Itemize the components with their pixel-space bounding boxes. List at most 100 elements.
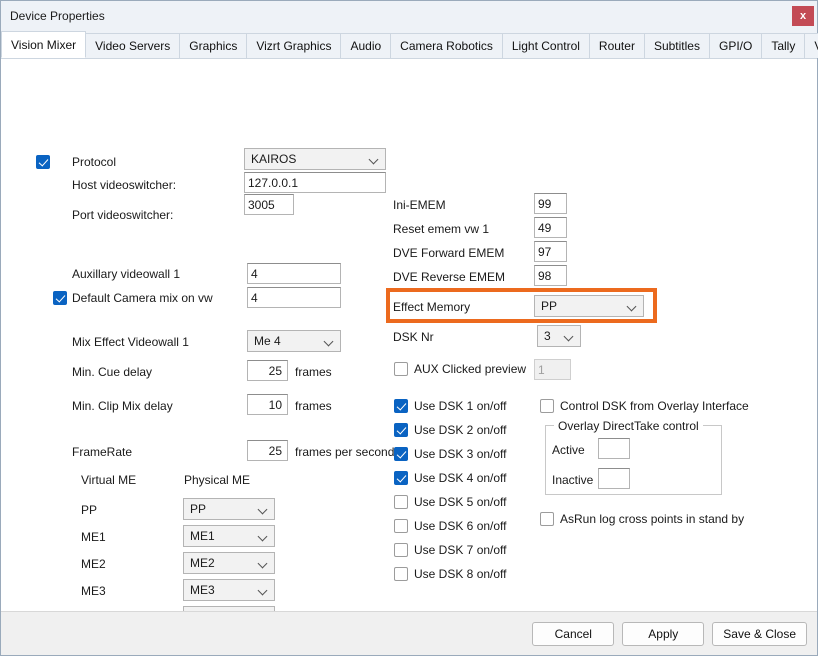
- clip-mix-delay-input[interactable]: [247, 394, 288, 415]
- tab-vizrt-graphics[interactable]: Vizrt Graphics: [246, 33, 341, 58]
- tab-gpio[interactable]: GPI/O: [709, 33, 762, 58]
- use-dsk-7-row[interactable]: Use DSK 7 on/off: [394, 543, 507, 557]
- active-input[interactable]: [598, 438, 630, 459]
- host-videoswitcher-label: Host videoswitcher:: [72, 178, 176, 192]
- use-dsk-4-checkbox[interactable]: [394, 471, 408, 485]
- apply-button[interactable]: Apply: [622, 622, 704, 646]
- protocol-dropdown[interactable]: KAIROS: [244, 148, 386, 170]
- chevron-down-icon: [369, 154, 380, 165]
- tab-tally[interactable]: Tally: [761, 33, 805, 58]
- inactive-input[interactable]: [598, 468, 630, 489]
- chevron-down-icon: [627, 301, 638, 312]
- me-row-label-me3: ME3: [81, 584, 106, 598]
- tab-virtual-set[interactable]: Virtual Set: [804, 33, 818, 58]
- aux-clicked-preview-row[interactable]: AUX Clicked preview: [394, 362, 526, 376]
- mix-effect-videowall-label: Mix Effect Videowall 1: [72, 335, 189, 349]
- asrun-log-row[interactable]: AsRun log cross points in stand by: [540, 512, 744, 526]
- physical-me-header: Physical ME: [184, 473, 250, 487]
- tab-video-servers[interactable]: Video Servers: [85, 33, 180, 58]
- save-close-button[interactable]: Save & Close: [712, 622, 807, 646]
- aux-clicked-preview-label: AUX Clicked preview: [414, 362, 526, 376]
- use-dsk-4-row[interactable]: Use DSK 4 on/off: [394, 471, 507, 485]
- dsk-nr-value: 3: [544, 329, 551, 343]
- me-row-value-me1: ME1: [190, 529, 215, 543]
- chevron-down-icon: [564, 331, 575, 342]
- tab-graphics[interactable]: Graphics: [179, 33, 247, 58]
- default-camera-mix-checkbox[interactable]: [53, 291, 67, 305]
- vision-mixer-panel: Protocol KAIROS Host videoswitcher: Port…: [1, 58, 817, 611]
- port-videoswitcher-label: Port videoswitcher:: [72, 208, 173, 222]
- me-row-dropdown-me2[interactable]: ME2: [183, 552, 275, 574]
- use-dsk-5-row[interactable]: Use DSK 5 on/off: [394, 495, 507, 509]
- use-dsk-7-label: Use DSK 7 on/off: [414, 543, 507, 557]
- auxillary-videowall-input[interactable]: [247, 263, 341, 284]
- mix-effect-videowall-dropdown[interactable]: Me 4: [247, 330, 341, 352]
- use-dsk-1-checkbox[interactable]: [394, 399, 408, 413]
- tab-audio[interactable]: Audio: [340, 33, 391, 58]
- overlay-directtake-title: Overlay DirectTake control: [554, 419, 703, 433]
- dsk-nr-dropdown[interactable]: 3: [537, 325, 581, 347]
- me-row-dropdown-me3[interactable]: ME3: [183, 579, 275, 601]
- auxillary-videowall-label: Auxillary videowall 1: [72, 267, 180, 281]
- port-videoswitcher-input[interactable]: [244, 194, 294, 215]
- use-dsk-2-checkbox[interactable]: [394, 423, 408, 437]
- close-icon[interactable]: x: [792, 6, 814, 26]
- virtual-me-header: Virtual ME: [81, 473, 136, 487]
- use-dsk-8-label: Use DSK 8 on/off: [414, 567, 507, 581]
- framerate-input[interactable]: [247, 440, 288, 461]
- aux-clicked-preview-checkbox[interactable]: [394, 362, 408, 376]
- asrun-log-label: AsRun log cross points in stand by: [560, 512, 744, 526]
- title-bar: Device Properties x: [1, 1, 817, 31]
- use-dsk-1-row[interactable]: Use DSK 1 on/off: [394, 399, 507, 413]
- chevron-down-icon: [258, 585, 269, 596]
- dve-reverse-emem-label: DVE Reverse EMEM: [393, 270, 505, 284]
- chevron-down-icon: [258, 558, 269, 569]
- active-label: Active: [552, 443, 585, 457]
- default-camera-mix-label: Default Camera mix on vw: [72, 291, 213, 305]
- use-dsk-5-checkbox[interactable]: [394, 495, 408, 509]
- use-dsk-3-checkbox[interactable]: [394, 447, 408, 461]
- protocol-value: KAIROS: [251, 152, 296, 166]
- protocol-checkbox[interactable]: [36, 155, 50, 169]
- cue-delay-input[interactable]: [247, 360, 288, 381]
- dve-reverse-emem-input[interactable]: [534, 265, 567, 286]
- use-dsk-3-row[interactable]: Use DSK 3 on/off: [394, 447, 507, 461]
- tab-vision-mixer[interactable]: Vision Mixer: [1, 31, 86, 58]
- use-dsk-7-checkbox[interactable]: [394, 543, 408, 557]
- me-row-value-me3: ME3: [190, 583, 215, 597]
- me-row-dropdown-me1[interactable]: ME1: [183, 525, 275, 547]
- use-dsk-6-checkbox[interactable]: [394, 519, 408, 533]
- me-row-label-pp: PP: [81, 503, 97, 517]
- effect-memory-dropdown[interactable]: PP: [534, 295, 644, 317]
- tab-camera-robotics[interactable]: Camera Robotics: [390, 33, 503, 58]
- host-videoswitcher-input[interactable]: [244, 172, 386, 193]
- control-dsk-overlay-row[interactable]: Control DSK from Overlay Interface: [540, 399, 749, 413]
- use-dsk-5-label: Use DSK 5 on/off: [414, 495, 507, 509]
- dve-forward-emem-label: DVE Forward EMEM: [393, 246, 504, 260]
- tab-strip: Vision Mixer Video Servers Graphics Vizr…: [1, 31, 817, 58]
- clip-mix-delay-label: Min. Clip Mix delay: [72, 399, 173, 413]
- dialog-footer: Cancel Apply Save & Close: [1, 611, 817, 655]
- use-dsk-2-row[interactable]: Use DSK 2 on/off: [394, 423, 507, 437]
- cue-delay-label: Min. Cue delay: [72, 365, 152, 379]
- dve-forward-emem-input[interactable]: [534, 241, 567, 262]
- use-dsk-6-row[interactable]: Use DSK 6 on/off: [394, 519, 507, 533]
- ini-emem-input[interactable]: [534, 193, 567, 214]
- dsk-nr-label: DSK Nr: [393, 330, 434, 344]
- tab-subtitles[interactable]: Subtitles: [644, 33, 710, 58]
- me-row-label-me1: ME1: [81, 530, 106, 544]
- control-dsk-overlay-checkbox[interactable]: [540, 399, 554, 413]
- cancel-button[interactable]: Cancel: [532, 622, 614, 646]
- asrun-log-checkbox[interactable]: [540, 512, 554, 526]
- default-camera-mix-input[interactable]: [247, 287, 341, 308]
- reset-emem-label: Reset emem vw 1: [393, 222, 489, 236]
- use-dsk-4-label: Use DSK 4 on/off: [414, 471, 507, 485]
- use-dsk-8-checkbox[interactable]: [394, 567, 408, 581]
- me-row-dropdown-me4[interactable]: ME4: [183, 606, 275, 611]
- me-row-label-me2: ME2: [81, 557, 106, 571]
- me-row-dropdown-pp[interactable]: PP: [183, 498, 275, 520]
- reset-emem-input[interactable]: [534, 217, 567, 238]
- use-dsk-8-row[interactable]: Use DSK 8 on/off: [394, 567, 507, 581]
- tab-router[interactable]: Router: [589, 33, 645, 58]
- tab-light-control[interactable]: Light Control: [502, 33, 590, 58]
